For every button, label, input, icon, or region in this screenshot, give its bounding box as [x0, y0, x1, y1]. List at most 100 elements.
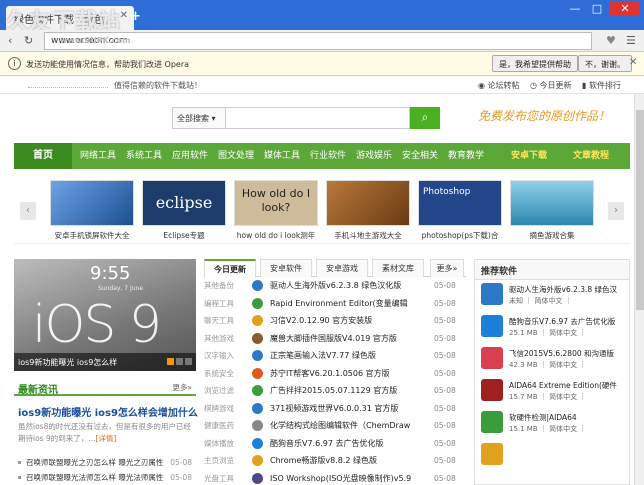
today-update-link[interactable]: ◷ 今日更新 [530, 80, 572, 91]
app-icon[interactable] [481, 315, 503, 337]
nav-item-media[interactable]: 媒体工具 [260, 143, 304, 169]
update-category[interactable]: 媒体播放 [204, 435, 240, 453]
app-icon[interactable] [481, 411, 503, 433]
update-title[interactable]: 广告拌拌2015.05.07.1129 官方版 [270, 382, 430, 400]
recommend-name[interactable]: AIDA64 Extreme Edition(硬件 [509, 380, 627, 391]
update-category[interactable]: 系统安全 [204, 365, 240, 383]
news-headline[interactable]: ios9新功能曝光 ios9怎么样会增加什么 [18, 404, 198, 419]
update-title[interactable]: 正宗笔画输入法V7.77 绿色版 [270, 347, 430, 365]
table-row[interactable]: 系统安全 苏宁IT帮客V6.20.1.0506 官方版 05-08 [204, 365, 466, 383]
list-item[interactable]: 召唤师联盟曝光法师怎么样 曝光法师属性 05-08 [14, 470, 196, 485]
tab-android-software[interactable]: 安卓软件 [260, 259, 312, 277]
list-item[interactable]: 驱动人生海外版v6.2.3.8 绿色汉 未知 ｜ 简体中文 ｜ [475, 280, 629, 312]
search-scope-select[interactable]: 全部搜索 ▾ [172, 107, 226, 129]
update-category[interactable]: 聊天工具 [204, 312, 240, 330]
latest-news-more-link[interactable]: 更多» [172, 382, 192, 393]
settings-icon[interactable]: ☰ [626, 34, 636, 47]
news-detail-link[interactable]: [详情] [95, 434, 116, 443]
yes-help-button[interactable]: 是，我希望提供帮助 [492, 55, 578, 72]
list-item[interactable]: 软硬件检测|AIDA64 15.1 MB ｜ 简体中文 ｜ [475, 408, 629, 440]
nav-item-system[interactable]: 系统工具 [122, 143, 166, 169]
recommend-name[interactable]: 飞信2015V5.6.2800 和沟通版 [509, 348, 627, 359]
carousel-item[interactable]: 摘鱼游戏合集 [510, 180, 594, 241]
back-icon[interactable]: ‹ [8, 34, 12, 47]
update-category[interactable]: 主页浏览 [204, 452, 240, 470]
app-icon[interactable] [481, 347, 503, 369]
carousel-item[interactable]: Photoshop photoshop(ps下载)合 [418, 180, 502, 241]
carousel-prev-icon[interactable]: ‹ [20, 202, 36, 220]
info-close-icon[interactable]: ✕ [629, 57, 637, 68]
nav-item-android[interactable]: 安卓下载 [504, 143, 554, 169]
table-row[interactable]: 浏览过滤 广告拌拌2015.05.07.1129 官方版 05-08 [204, 382, 466, 400]
scrollbar-thumb[interactable] [636, 110, 644, 310]
update-title[interactable]: Rapid Environment Editor(变量编辑 [270, 295, 430, 313]
nav-item-education[interactable]: 教育教学 [444, 143, 488, 169]
app-icon[interactable] [481, 443, 503, 465]
recommend-name[interactable]: 酷狗音乐V7.6.97 去广告优化版 [509, 316, 627, 327]
update-category[interactable]: 编程工具 [204, 295, 240, 313]
carousel-item[interactable]: eclipse Eclipse专题 [142, 180, 226, 241]
slide-dot[interactable] [176, 358, 183, 365]
update-title[interactable]: 苏宁IT帮客V6.20.1.0506 官方版 [270, 365, 430, 383]
nav-item-articles[interactable]: 文章教程 [566, 143, 616, 169]
update-title[interactable]: 驱动人生海外版v6.2.3.8 绿色汉化版 [270, 277, 430, 295]
app-icon[interactable] [481, 283, 503, 305]
nav-home[interactable]: 首页 [14, 143, 72, 169]
minimize-button[interactable]: — [566, 2, 584, 16]
nav-item-apps[interactable]: 应用软件 [168, 143, 212, 169]
feature-slide[interactable]: 9:55 Sunday, 7 June iOS 9 ios9新功能曝光 ios9… [14, 259, 196, 371]
list-item[interactable] [475, 440, 629, 472]
nav-item-security[interactable]: 安全相关 [398, 143, 442, 169]
carousel-next-icon[interactable]: › [608, 202, 624, 220]
no-thanks-button[interactable]: 不，谢谢。 [578, 55, 632, 72]
recommend-name[interactable]: 驱动人生海外版v6.2.3.8 绿色汉 [509, 284, 627, 295]
nav-item-industry[interactable]: 行业软件 [306, 143, 350, 169]
update-category[interactable]: 光盘工具 [204, 470, 240, 485]
update-title[interactable]: 化学结构式绘图编辑软件（ChemDraw [270, 417, 430, 435]
forum-link[interactable]: ◉ 论坛转帖 [478, 80, 520, 91]
reload-icon[interactable]: ↻ [24, 34, 33, 47]
table-row[interactable]: 媒体播放 酷狗音乐V7.6.97 去广告优化版 05-08 [204, 435, 466, 453]
update-category[interactable]: 其他游戏 [204, 330, 240, 348]
update-category[interactable]: 汉字输入 [204, 347, 240, 365]
table-row[interactable]: 主页浏览 Chrome畅游版v8.8.2 绿色版 05-08 [204, 452, 466, 470]
table-row[interactable]: 汉字输入 正宗笔画输入法V7.77 绿色版 05-08 [204, 347, 466, 365]
update-title[interactable]: 习信V2.0.12.90 官方安装版 [270, 312, 430, 330]
new-tab-button[interactable]: + [130, 9, 141, 24]
table-row[interactable]: 健康医药 化学结构式绘图编辑软件（ChemDraw 05-08 [204, 417, 466, 435]
update-category[interactable]: 棋牌游戏 [204, 400, 240, 418]
nav-item-network[interactable]: 网络工具 [76, 143, 120, 169]
update-category[interactable]: 其他备份 [204, 277, 240, 295]
ranking-link[interactable]: ▮ 软件排行 [582, 80, 621, 91]
update-title[interactable]: 371视频游戏世界V6.0.0.31 官方版 [270, 400, 430, 418]
list-item[interactable]: 飞信2015V5.6.2800 和沟通版 42.3 MB ｜ 简体中文 ｜ [475, 344, 629, 376]
table-row[interactable]: 聊天工具 习信V2.0.12.90 官方安装版 05-08 [204, 312, 466, 330]
nav-item-graphics[interactable]: 图文处理 [214, 143, 258, 169]
update-title[interactable]: 酷狗音乐V7.6.97 去广告优化版 [270, 435, 430, 453]
carousel-item[interactable]: How old do I look? how old do i look测年 [234, 180, 318, 241]
update-title[interactable]: Chrome畅游版v8.8.2 绿色版 [270, 452, 430, 470]
table-row[interactable]: 棋牌游戏 371视频游戏世界V6.0.0.31 官方版 05-08 [204, 400, 466, 418]
table-row[interactable]: 光盘工具 ISO Workshop(ISO光盘映像制作)v5.9 05-08 [204, 470, 466, 485]
tab-android-games[interactable]: 安卓游戏 [316, 259, 368, 277]
slide-dot[interactable] [185, 358, 192, 365]
search-input[interactable] [226, 107, 410, 129]
carousel-item[interactable]: 安卓手机锁屏软件大全 [50, 180, 134, 241]
table-row[interactable]: 编程工具 Rapid Environment Editor(变量编辑 05-08 [204, 295, 466, 313]
page-scrollbar[interactable] [634, 94, 644, 485]
carousel-item[interactable]: 手机斗地主游戏大全 [326, 180, 410, 241]
table-row[interactable]: 其他备份 驱动人生海外版v6.2.3.8 绿色汉化版 05-08 [204, 277, 466, 295]
list-item[interactable]: 召唤师联盟曝光之刃怎么样 曝光之刃属性 05-08 [14, 455, 196, 470]
app-icon[interactable] [481, 379, 503, 401]
close-window-button[interactable]: ✕ [610, 2, 640, 16]
update-category[interactable]: 浏览过滤 [204, 382, 240, 400]
table-row[interactable]: 其他游戏 魔兽大脚插件国服版V4.019 官方版 05-08 [204, 330, 466, 348]
update-title[interactable]: ISO Workshop(ISO光盘映像制作)v5.9 [270, 470, 430, 485]
tab-more[interactable]: 更多» [430, 259, 464, 277]
list-item[interactable]: AIDA64 Extreme Edition(硬件 15.7 MB ｜ 简体中文 … [475, 376, 629, 408]
update-category[interactable]: 健康医药 [204, 417, 240, 435]
maximize-button[interactable]: □ [588, 2, 606, 16]
tab-materials[interactable]: 素材文库 [372, 259, 424, 277]
list-item[interactable]: 酷狗音乐V7.6.97 去广告优化版 25.1 MB ｜ 简体中文 ｜ [475, 312, 629, 344]
heart-icon[interactable]: ♥ [606, 34, 616, 47]
